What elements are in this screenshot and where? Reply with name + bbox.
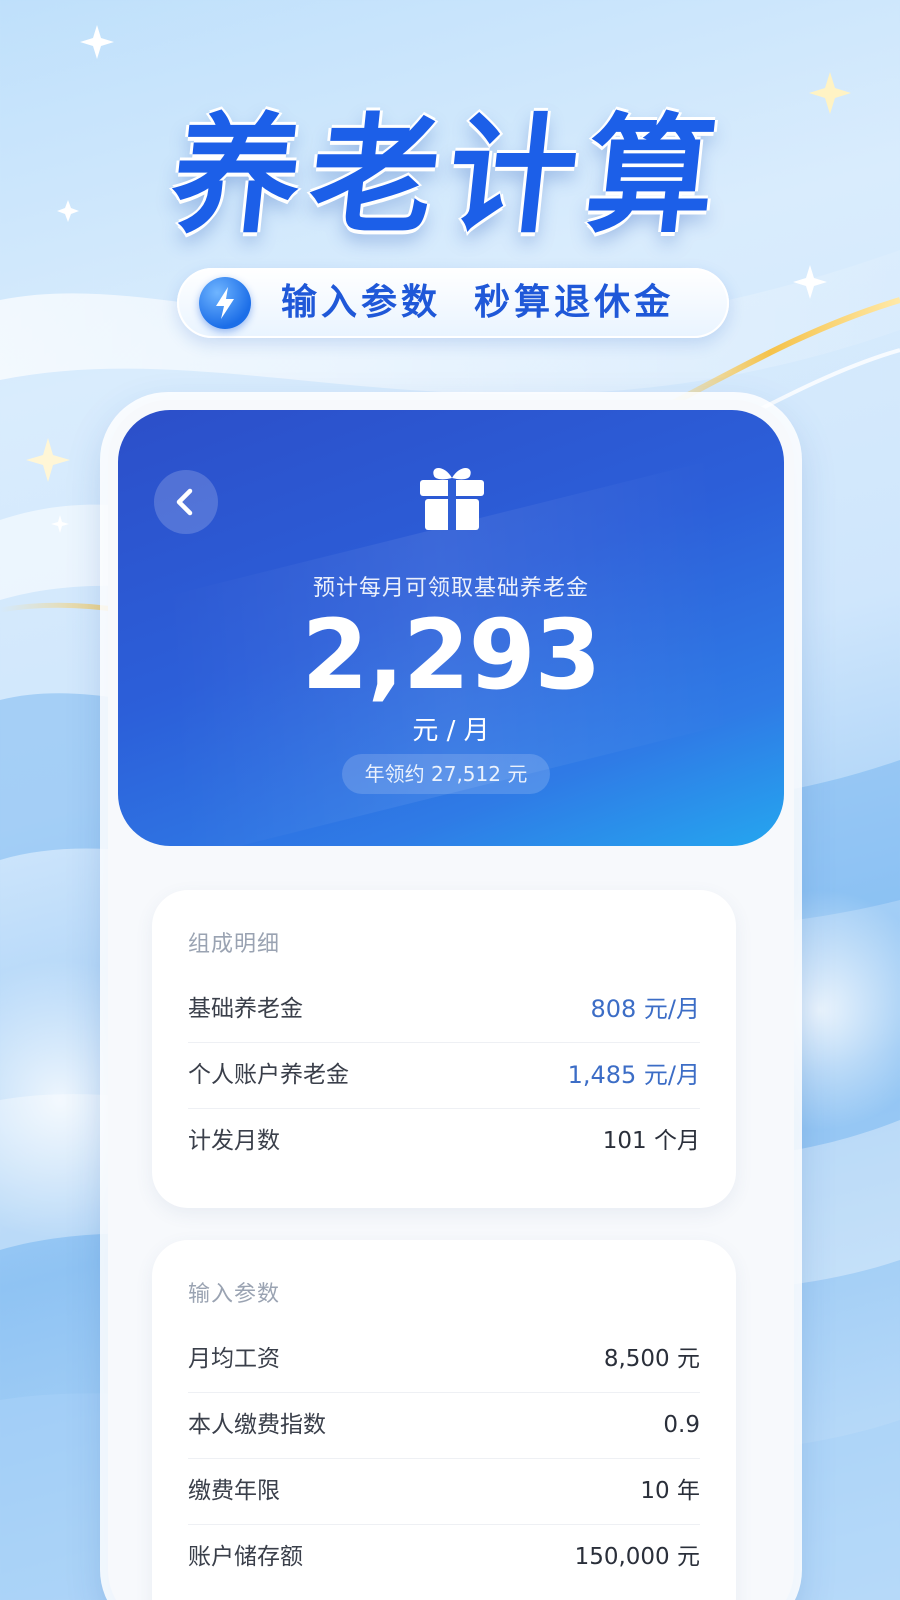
inputs-title: 输入参数: [188, 1282, 281, 1307]
tagline-pill: 输入参数 秒算退休金: [177, 268, 729, 338]
input-row[interactable]: 账户储存额 150,000 元: [188, 1524, 700, 1590]
page-headline: 养老计算: [164, 102, 733, 251]
breakdown-row: 计发月数 101 个月: [188, 1108, 700, 1174]
row-value: 808 元/月: [590, 995, 700, 1023]
chevron-left-icon: [176, 488, 193, 516]
amount-unit: 元 / 月: [412, 716, 490, 746]
input-row[interactable]: 本人缴费指数 0.9: [188, 1392, 700, 1459]
result-hero: 预计每月可领取基础养老金 2,293 元 / 月 年领约 27,512 元: [118, 410, 784, 846]
result-subtitle: 预计每月可领取基础养老金: [312, 576, 589, 601]
breakdown-row: 个人账户养老金 1,485 元/月: [188, 1042, 700, 1109]
monthly-amount: 2,293: [301, 599, 602, 711]
row-value: 8,500 元: [603, 1346, 700, 1372]
result-card: 预计每月可领取基础养老金 2,293 元 / 月 年领约 27,512 元 组成…: [108, 400, 794, 1600]
row-value: 0.9: [663, 1412, 700, 1438]
input-row[interactable]: 缴费年限 10 年: [188, 1458, 700, 1525]
back-button[interactable]: [154, 470, 218, 534]
row-value: 150,000 元: [574, 1544, 700, 1570]
row-label: 基础养老金: [188, 996, 303, 1022]
tagline-text: 输入参数 秒算退休金: [281, 282, 675, 323]
row-value: 10 年: [640, 1478, 700, 1504]
breakdown-title: 组成明细: [188, 932, 281, 957]
row-label: 月均工资: [188, 1346, 280, 1372]
row-label: 账户储存额: [188, 1544, 303, 1570]
annual-amount-badge: 年领约 27,512 元: [342, 754, 550, 794]
row-label: 缴费年限: [188, 1478, 280, 1504]
row-value: 101 个月: [602, 1128, 700, 1154]
gift-icon: [420, 468, 484, 530]
input-row[interactable]: 月均工资 8,500 元: [188, 1326, 700, 1393]
breakdown-row: 基础养老金 808 元/月: [188, 976, 700, 1043]
breakdown-panel: 组成明细 基础养老金 808 元/月 个人账户养老金 1,485 元/月 计发月…: [152, 890, 736, 1208]
row-value: 1,485 元/月: [567, 1061, 700, 1089]
lightning-bolt-icon: [199, 277, 251, 329]
row-label: 计发月数: [188, 1128, 280, 1154]
row-label: 本人缴费指数: [188, 1412, 326, 1438]
inputs-panel: 输入参数 月均工资 8,500 元 本人缴费指数 0.9 缴费年限 10 年 账…: [152, 1240, 736, 1600]
row-label: 个人账户养老金: [188, 1062, 349, 1088]
